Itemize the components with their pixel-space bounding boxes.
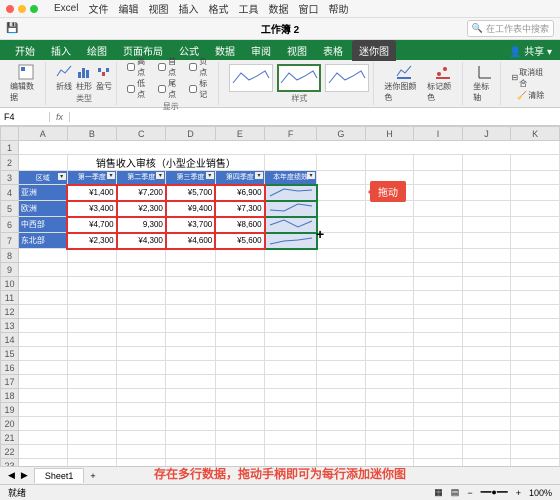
style-preview-1[interactable] [229, 64, 273, 92]
tab-table[interactable]: 表格 [316, 40, 350, 61]
check-first[interactable]: 首点 [158, 56, 183, 78]
view-normal-icon[interactable]: ▦ [434, 487, 443, 498]
group-style: 样式 [225, 62, 374, 105]
table-row: 7 东北部 ¥2,300 ¥4,300 ¥4,600 ¥5,600 [1, 233, 560, 249]
menu-view[interactable]: 视图 [148, 1, 168, 16]
ungroup-button[interactable]: ⊟取消组合 [511, 67, 550, 89]
check-neg[interactable]: 负点 [189, 56, 214, 78]
window-controls[interactable] [6, 5, 38, 13]
tab-home[interactable]: 开始 [8, 40, 42, 61]
drag-callout: 拖动 [370, 181, 406, 202]
marker-color-button[interactable]: 标记颜色 [427, 64, 458, 103]
save-icon[interactable]: 💾 [6, 23, 18, 34]
title-bar: 💾 工作簿 2 🔍 在工作表中搜索 [0, 18, 560, 40]
nav-next[interactable]: ▶ [21, 470, 28, 481]
fill-handle-cursor[interactable]: + [316, 226, 324, 242]
tab-review[interactable]: 审阅 [244, 40, 278, 61]
menu-window[interactable]: 窗口 [298, 1, 318, 16]
ribbon-content: 编辑数据 折线 柱形 盈亏 类型 高点 首点 负点 低点 尾点 标记 显示 样式… [0, 60, 560, 108]
status-bar: 就绪 ▦ ▤ − ━━●━━ + 100% [0, 484, 560, 500]
share-button[interactable]: 👤 共享 ▾ [509, 43, 552, 58]
group-colors: 迷你图颜色 标记颜色 [380, 62, 463, 105]
spark-color-button[interactable]: 迷你图颜色 [384, 64, 423, 103]
group-type: 折线 柱形 盈亏 类型 [52, 62, 117, 105]
menu-edit[interactable]: 编辑 [118, 1, 138, 16]
max-dot[interactable] [30, 5, 38, 13]
axis-button[interactable]: 坐标轴 [473, 64, 496, 103]
status-text: 就绪 [8, 486, 26, 499]
table-header-row: 3 区域 第一季度 第二季度 第三季度 第四季度 本年度绩效 [1, 171, 560, 185]
fx-icon[interactable]: fx [50, 112, 70, 122]
type-winloss[interactable]: 盈亏 [96, 64, 112, 92]
table-row: 5 欧洲 ¥3,400 ¥2,300 ¥9,400 ¥7,300 [1, 201, 560, 217]
table-title: 销售收入审核（小型企业销售） [67, 155, 264, 171]
type-column[interactable]: 柱形 [76, 64, 92, 92]
menu-file[interactable]: 文件 [88, 1, 108, 16]
view-layout-icon[interactable]: ▤ [451, 487, 460, 498]
table-row: 4 亚洲 ¥1,400 ¥7,200 ¥5,700 ¥6,900 [1, 185, 560, 201]
search-icon: 🔍 [472, 23, 483, 34]
min-dot[interactable] [18, 5, 26, 13]
menu-format[interactable]: 格式 [208, 1, 228, 16]
sparkline-cell[interactable] [265, 217, 317, 233]
group-edit-data: 编辑数据 [6, 62, 46, 105]
check-marker[interactable]: 标记 [189, 78, 214, 100]
menu-tools[interactable]: 工具 [238, 1, 258, 16]
menu-data[interactable]: 数据 [268, 1, 288, 16]
sparkline-cell[interactable] [265, 233, 317, 249]
tab-sparkline[interactable]: 迷你图 [352, 40, 396, 61]
window-title: 工作簿 2 [261, 21, 299, 36]
tab-insert[interactable]: 插入 [44, 40, 78, 61]
menu-excel[interactable]: Excel [54, 3, 78, 14]
style-preview-3[interactable] [325, 64, 369, 92]
sparkline-cell[interactable] [265, 185, 317, 201]
tab-view[interactable]: 视图 [280, 40, 314, 61]
spreadsheet-grid[interactable]: ABCDEFGHIJK 1 2销售收入审核（小型企业销售） 3 区域 第一季度 … [0, 126, 560, 480]
sparkline-cell[interactable] [265, 201, 317, 217]
table-row: 6 中西部 ¥4,700 9,300 ¥3,700 ¥8,600 [1, 217, 560, 233]
check-low[interactable]: 低点 [127, 78, 152, 100]
zoom-out[interactable]: − [467, 488, 472, 498]
menu-help[interactable]: 帮助 [328, 1, 348, 16]
instruction-text: 存在多行数据，拖动手柄即可为每行添加迷你图 [154, 465, 406, 482]
clear-button[interactable]: 🧹清除 [517, 90, 544, 101]
nav-prev[interactable]: ◀ [8, 470, 15, 481]
edit-data-button[interactable]: 编辑数据 [10, 64, 41, 103]
mac-menu-bar: Excel 文件 编辑 视图 插入 格式 工具 数据 窗口 帮助 [0, 0, 560, 18]
type-line[interactable]: 折线 [56, 64, 72, 92]
zoom-in[interactable]: + [516, 488, 521, 498]
column-headers[interactable]: ABCDEFGHIJK [1, 127, 560, 141]
sheet-tab[interactable]: Sheet1 [34, 468, 85, 483]
group-show: 高点 首点 负点 低点 尾点 标记 显示 [123, 62, 219, 105]
menu-insert[interactable]: 插入 [178, 1, 198, 16]
check-high[interactable]: 高点 [127, 56, 152, 78]
style-preview-2[interactable] [277, 64, 321, 92]
check-last[interactable]: 尾点 [158, 78, 183, 100]
formula-bar: F4 fx [0, 108, 560, 126]
add-sheet-button[interactable]: + [90, 471, 95, 481]
zoom-level[interactable]: 100% [529, 488, 552, 498]
search-input[interactable]: 🔍 在工作表中搜索 [467, 20, 554, 37]
group-axis: 坐标轴 [469, 62, 501, 105]
close-dot[interactable] [6, 5, 14, 13]
name-box[interactable]: F4 [0, 112, 50, 122]
ribbon-tabs: 开始 插入 绘图 页面布局 公式 数据 审阅 视图 表格 迷你图 👤 共享 ▾ [0, 40, 560, 60]
group-clear: ⊟取消组合 🧹清除 [507, 62, 554, 105]
tab-draw[interactable]: 绘图 [80, 40, 114, 61]
